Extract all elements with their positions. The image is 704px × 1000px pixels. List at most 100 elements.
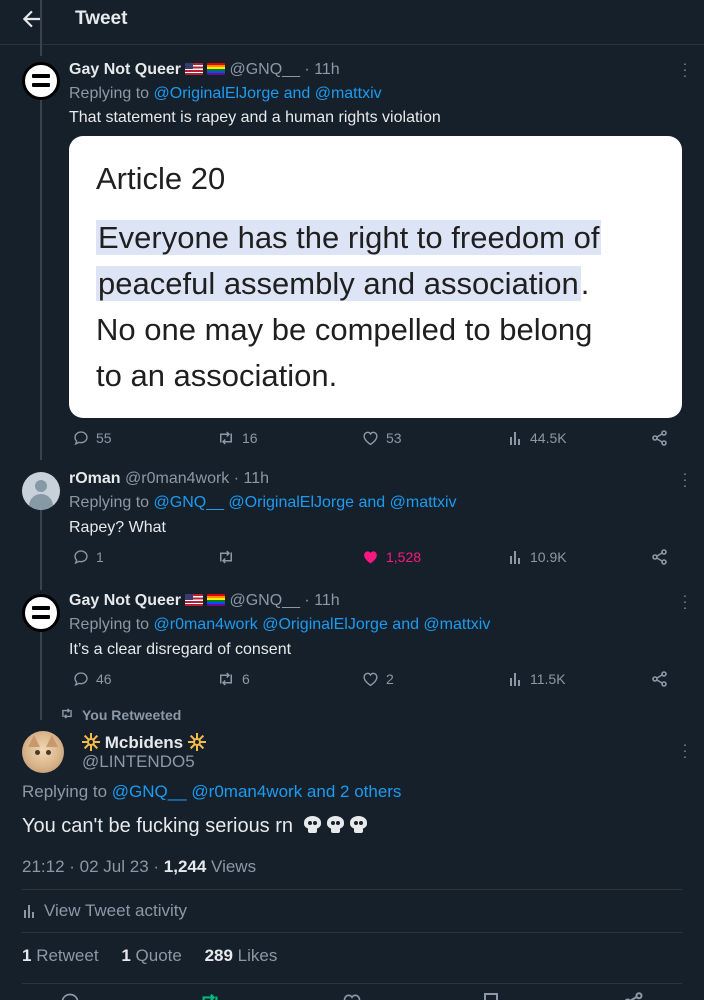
views-button[interactable]: 10.9K xyxy=(509,549,567,565)
reply-icon xyxy=(74,550,88,565)
more-options-icon[interactable]: · · · xyxy=(681,56,689,82)
retweet-button[interactable] xyxy=(217,549,242,565)
avatar[interactable] xyxy=(22,731,64,773)
replying-to-users[interactable]: @GNQ__ @r0man4work and 2 others xyxy=(112,782,402,801)
handle[interactable]: @GNQ__ xyxy=(229,592,299,609)
tweet-image[interactable]: Article 20 Everyone has the right to fre… xyxy=(69,136,682,418)
back-arrow-icon[interactable] xyxy=(20,6,46,32)
thread-line xyxy=(40,0,42,56)
tweet-text: It’s a clear disregard of consent xyxy=(69,641,292,658)
heart-filled-icon xyxy=(364,551,377,564)
display-name[interactable]: rOman xyxy=(69,470,121,487)
retweet-button[interactable] xyxy=(199,992,221,1000)
like-button[interactable]: 2 xyxy=(362,671,394,687)
reply-button[interactable]: 46 xyxy=(73,671,112,687)
avatar[interactable] xyxy=(22,62,60,100)
retweet-active-icon xyxy=(202,993,218,1000)
like-button[interactable] xyxy=(342,992,362,1000)
reply-icon xyxy=(74,431,88,446)
thread-line xyxy=(40,630,42,720)
more-options-icon[interactable]: · · · xyxy=(681,588,689,614)
views-button[interactable]: 11.5K xyxy=(509,671,566,687)
retweet-button[interactable]: 16 xyxy=(217,430,258,446)
reply-icon xyxy=(74,672,88,687)
avatar[interactable] xyxy=(22,594,60,632)
main-tweet-name-line: Mcbidens xyxy=(82,733,206,753)
like-button[interactable]: 53 xyxy=(362,430,402,446)
bookmark-icon xyxy=(484,993,498,1000)
main-tweet-text: You can't be fucking serious rn xyxy=(22,813,368,839)
display-name[interactable]: Gay Not Queer xyxy=(69,592,181,609)
heart-icon xyxy=(363,431,378,446)
tweet-header: rOman @r0man4work · 11h xyxy=(69,469,269,489)
reply-button[interactable]: 55 xyxy=(73,430,112,446)
share-icon xyxy=(652,671,667,687)
tweet-text: Rapey? What xyxy=(69,519,166,536)
page-title: Tweet xyxy=(75,8,128,29)
image-line: to an association. xyxy=(96,358,338,393)
sun-icon xyxy=(82,733,100,751)
sun-icon xyxy=(187,733,206,751)
image-line: Everyone has the right to freedom of xyxy=(96,220,602,255)
share-button[interactable] xyxy=(652,671,675,687)
header-divider xyxy=(0,44,704,45)
replying-to: Replying to @OriginalElJorge and @mattxi… xyxy=(69,85,382,102)
bookmark-button[interactable] xyxy=(482,992,500,1000)
tweet-header: Gay Not Queer @GNQ__ · 11h xyxy=(69,60,340,80)
image-line: No one may be compelled to belong xyxy=(96,312,593,347)
reply-button[interactable] xyxy=(60,992,80,1000)
share-icon xyxy=(624,992,643,1000)
skull-emoji-icon xyxy=(349,816,368,834)
heart-icon xyxy=(363,672,378,687)
handle[interactable]: @r0man4work xyxy=(125,470,229,487)
analytics-icon xyxy=(510,551,520,564)
share-icon xyxy=(652,430,667,446)
skull-emoji-icon xyxy=(326,816,345,834)
retweeted-label: You Retweeted xyxy=(82,707,182,723)
replying-to-users[interactable]: @GNQ__ @OriginalElJorge and @mattxiv xyxy=(154,494,457,511)
avatar[interactable] xyxy=(22,472,60,510)
reply-button[interactable]: 1 xyxy=(73,549,104,565)
timestamp[interactable]: · 11h xyxy=(304,61,339,78)
divider xyxy=(22,932,682,933)
timestamp[interactable]: · 11h xyxy=(304,592,339,609)
divider xyxy=(22,889,682,890)
us-flag-icon xyxy=(185,63,204,75)
replying-to-users[interactable]: @OriginalElJorge and @mattxiv xyxy=(154,85,382,102)
share-button[interactable] xyxy=(652,430,675,446)
heart-icon xyxy=(343,994,361,1000)
view-tweet-activity-link[interactable]: View Tweet activity xyxy=(22,901,187,921)
more-options-icon[interactable]: · · · xyxy=(681,466,689,492)
tweet-header: Gay Not Queer @GNQ__ · 11h xyxy=(69,591,340,611)
quotes-stat[interactable]: 1 Quote xyxy=(121,946,182,965)
share-button[interactable] xyxy=(624,992,644,1000)
engagement-stats: 1 Retweet 1 Quote 289 Likes xyxy=(22,946,277,966)
tweet-timestamp[interactable]: 21:12 · 02 Jul 23 · xyxy=(22,857,159,876)
views-button[interactable]: 44.5K xyxy=(509,430,567,446)
replying-to-users[interactable]: @r0man4work @OriginalElJorge and @mattxi… xyxy=(154,616,491,633)
skull-emoji-icon xyxy=(303,816,322,834)
analytics-icon xyxy=(510,673,520,686)
tweet-text: That statement is rapey and a human righ… xyxy=(69,109,441,126)
replying-to: Replying to @GNQ__ @r0man4work and 2 oth… xyxy=(22,782,402,801)
tweet-meta: 21:12 · 02 Jul 23 · 1,244 Views xyxy=(22,857,257,876)
handle[interactable]: @LINTENDO5 xyxy=(82,752,195,772)
retweet-icon xyxy=(220,550,232,564)
display-name[interactable]: Mcbidens xyxy=(105,733,183,752)
retweet-indicator-icon xyxy=(60,707,74,725)
display-name[interactable]: Gay Not Queer xyxy=(69,61,181,78)
retweet-button[interactable]: 6 xyxy=(217,671,250,687)
us-flag-icon xyxy=(185,594,204,606)
likes-stat[interactable]: 289 Likes xyxy=(205,946,278,965)
more-options-icon[interactable]: · · · xyxy=(681,737,689,763)
divider xyxy=(22,983,682,984)
rainbow-flag-icon xyxy=(207,594,226,606)
share-button[interactable] xyxy=(652,549,675,565)
retweets-stat[interactable]: 1 Retweet xyxy=(22,946,99,965)
handle[interactable]: @GNQ__ xyxy=(229,61,299,78)
timestamp[interactable]: · 11h xyxy=(234,470,269,487)
like-button[interactable]: 1,528 xyxy=(362,549,421,565)
image-heading: Article 20 xyxy=(96,161,226,196)
image-line: peaceful assembly and association. xyxy=(96,266,590,301)
views-count: 1,244 xyxy=(163,857,207,876)
